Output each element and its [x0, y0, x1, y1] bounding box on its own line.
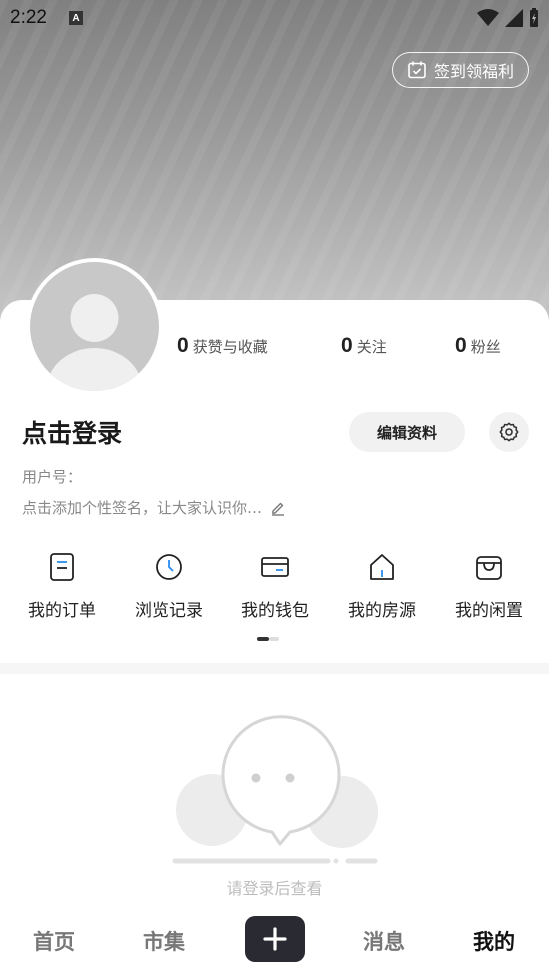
empty-chat-illustration — [172, 715, 378, 864]
quick-orders-label: 我的订单 — [28, 601, 96, 621]
stat-followers-value: 0 — [455, 334, 467, 357]
stat-following-label: 关注 — [356, 338, 387, 356]
stat-likes[interactable]: 0 获赞与收藏 — [177, 334, 268, 358]
page-dot — [269, 637, 279, 641]
quick-wallet-label: 我的钱包 — [241, 601, 309, 621]
battery-icon — [530, 8, 538, 27]
quick-actions: 我的订单 浏览记录 我的钱包 我的房源 我的闲置 — [0, 550, 549, 630]
quick-history-label: 浏览记录 — [135, 601, 203, 621]
tab-messages[interactable]: 消息 — [363, 926, 405, 956]
avatar[interactable] — [26, 258, 163, 395]
signature-placeholder: 点击添加个性签名，让大家认识你… — [22, 499, 263, 517]
status-icons — [477, 8, 539, 28]
stat-followers[interactable]: 0 粉丝 — [455, 334, 501, 358]
idle-bag-icon — [476, 556, 502, 580]
stat-likes-value: 0 — [177, 334, 189, 357]
quick-idle-label: 我的闲置 — [455, 601, 523, 621]
wifi-icon — [477, 9, 499, 26]
publish-button[interactable] — [245, 916, 305, 962]
tab-home[interactable]: 首页 — [33, 926, 75, 956]
bottom-tab-bar: 首页 市集 消息 我的 — [0, 912, 549, 976]
page-dot-active — [257, 637, 269, 641]
gear-icon — [499, 422, 519, 442]
user-id-label: 用户号： — [22, 468, 83, 486]
history-clock-icon — [156, 554, 182, 580]
quick-orders[interactable]: 我的订单 — [9, 550, 115, 621]
login-prompt[interactable]: 点击登录 — [22, 414, 122, 450]
settings-button[interactable] — [489, 412, 529, 452]
house-icon — [370, 554, 394, 580]
signature-row[interactable]: 点击添加个性签名，让大家认识你… — [22, 497, 286, 518]
edit-profile-button[interactable]: 编辑资料 — [349, 412, 465, 452]
tab-market[interactable]: 市集 — [143, 926, 185, 956]
stat-following[interactable]: 0 关注 — [341, 334, 387, 358]
wallet-icon — [261, 557, 289, 577]
status-bar: 2:22 A — [0, 0, 549, 36]
status-time: 2:22 — [10, 7, 47, 28]
quick-wallet[interactable]: 我的钱包 — [222, 550, 328, 621]
signin-rewards-button[interactable]: 签到领福利 — [392, 52, 529, 88]
signal-icon — [505, 9, 523, 27]
quick-house[interactable]: 我的房源 — [329, 550, 435, 621]
quick-actions-page-indicator — [257, 637, 279, 641]
quick-house-label: 我的房源 — [348, 601, 416, 621]
tab-mine[interactable]: 我的 — [473, 926, 515, 956]
calendar-check-icon — [408, 61, 426, 79]
default-avatar-icon — [30, 262, 159, 391]
stat-following-value: 0 — [341, 334, 353, 357]
signin-label: 签到领福利 — [433, 62, 514, 81]
quick-history[interactable]: 浏览记录 — [116, 550, 222, 621]
order-icon — [50, 553, 74, 581]
stat-likes-label: 获赞与收藏 — [192, 338, 268, 356]
section-divider — [0, 663, 549, 674]
empty-state-text: 请登录后查看 — [226, 879, 323, 898]
plus-icon — [263, 927, 287, 951]
pencil-icon — [272, 502, 285, 516]
notification-icon: A — [68, 11, 83, 25]
quick-idle[interactable]: 我的闲置 — [436, 550, 542, 621]
stat-followers-label: 粉丝 — [470, 338, 501, 356]
